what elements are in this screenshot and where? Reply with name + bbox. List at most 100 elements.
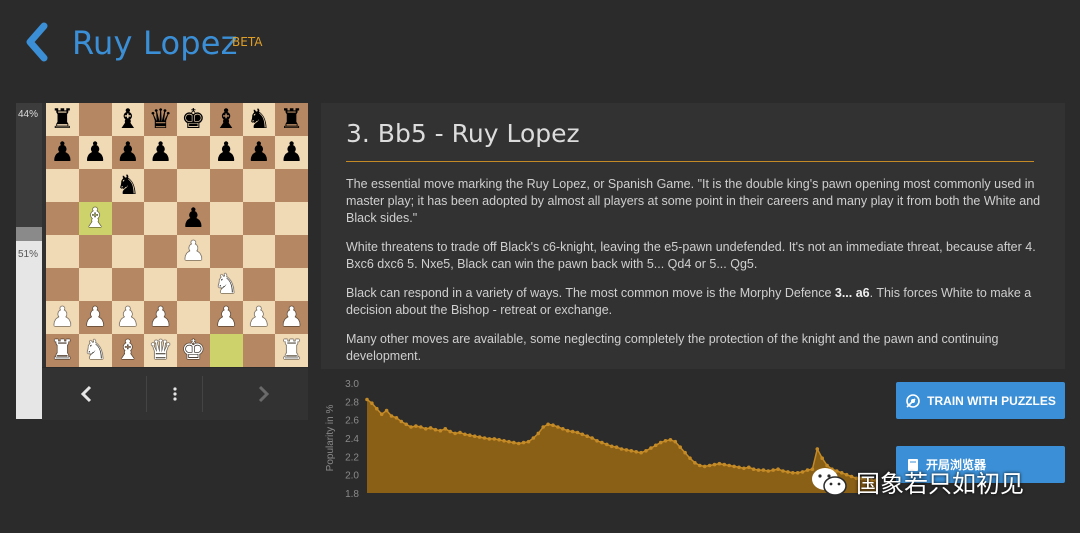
square-b1[interactable]: ♞	[78, 334, 112, 367]
square-d8[interactable]: ♛	[144, 103, 177, 136]
white-knight-piece[interactable]: ♞	[214, 271, 238, 298]
square-b2[interactable]: ♟	[78, 301, 112, 334]
white-pawn-piece[interactable]: ♟	[181, 238, 205, 265]
square-e3[interactable]	[177, 268, 210, 301]
square-g7[interactable]: ♟	[242, 136, 276, 169]
square-d4[interactable]	[144, 235, 177, 268]
black-pawn-piece[interactable]: ♟	[280, 139, 304, 166]
square-c1[interactable]: ♝	[111, 334, 145, 367]
black-pawn-piece[interactable]: ♟	[83, 139, 107, 166]
white-pawn-piece[interactable]: ♟	[116, 304, 140, 331]
white-pawn-piece[interactable]: ♟	[247, 304, 271, 331]
square-a6[interactable]	[46, 169, 79, 202]
white-pawn-piece[interactable]: ♟	[280, 304, 304, 331]
square-c7[interactable]: ♟	[111, 136, 145, 169]
next-move-button[interactable]	[220, 368, 308, 420]
square-g5[interactable]	[242, 202, 276, 235]
square-a3[interactable]	[46, 268, 79, 301]
black-pawn-piece[interactable]: ♟	[247, 139, 271, 166]
square-e4[interactable]: ♟	[177, 235, 210, 268]
black-rook-piece[interactable]: ♜	[50, 106, 74, 133]
square-c3[interactable]	[111, 268, 145, 301]
prev-move-button[interactable]	[42, 368, 130, 420]
square-c8[interactable]: ♝	[111, 103, 145, 136]
square-h2[interactable]: ♟	[275, 301, 308, 334]
square-h8[interactable]: ♜	[275, 103, 308, 136]
square-c5[interactable]	[111, 202, 145, 235]
square-e7[interactable]	[177, 136, 210, 169]
square-h6[interactable]	[275, 169, 308, 202]
black-bishop-piece[interactable]: ♝	[116, 106, 140, 133]
square-e8[interactable]: ♚	[177, 103, 210, 136]
square-b4[interactable]	[78, 235, 112, 268]
square-g2[interactable]: ♟	[242, 301, 276, 334]
square-e5[interactable]: ♟	[177, 202, 210, 235]
white-bishop-piece[interactable]: ♝	[83, 205, 107, 232]
square-h3[interactable]	[275, 268, 308, 301]
square-h4[interactable]	[275, 235, 308, 268]
square-f3[interactable]: ♞	[209, 268, 243, 301]
square-a8[interactable]: ♜	[46, 103, 79, 136]
menu-button[interactable]	[131, 368, 219, 420]
square-b6[interactable]	[78, 169, 112, 202]
square-h1[interactable]: ♜	[275, 334, 308, 367]
square-g3[interactable]	[242, 268, 276, 301]
square-f7[interactable]: ♟	[209, 136, 243, 169]
square-e1[interactable]: ♚	[177, 334, 210, 367]
black-knight-piece[interactable]: ♞	[247, 106, 271, 133]
square-b5[interactable]: ♝	[78, 202, 112, 235]
white-pawn-piece[interactable]: ♟	[83, 304, 107, 331]
square-f2[interactable]: ♟	[209, 301, 243, 334]
square-f8[interactable]: ♝	[209, 103, 243, 136]
square-b3[interactable]	[78, 268, 112, 301]
chessboard[interactable]: ♜ ♝ ♛ ♚ ♝ ♞ ♜ ♟ ♟ ♟ ♟ ♟ ♟ ♟ ♞ ♝ ♟ ♟ ♞ ♟ ♟ ♟ ♟ ♟ ♟ ♟ ♜ ♞ ♝ ♛ ♚ ♜	[46, 103, 308, 367]
black-bishop-piece[interactable]: ♝	[214, 106, 238, 133]
black-rook-piece[interactable]: ♜	[280, 106, 304, 133]
white-pawn-piece[interactable]: ♟	[50, 304, 74, 331]
square-a2[interactable]: ♟	[46, 301, 79, 334]
square-c2[interactable]: ♟	[111, 301, 145, 334]
black-pawn-piece[interactable]: ♟	[214, 139, 238, 166]
square-h7[interactable]: ♟	[275, 136, 308, 169]
square-d6[interactable]	[144, 169, 177, 202]
square-f4[interactable]	[209, 235, 243, 268]
black-queen-piece[interactable]: ♛	[149, 106, 173, 133]
black-pawn-piece[interactable]: ♟	[149, 139, 173, 166]
square-f5[interactable]	[209, 202, 243, 235]
square-a5[interactable]	[46, 202, 79, 235]
move-bold[interactable]: 3... a6	[835, 286, 870, 300]
white-pawn-piece[interactable]: ♟	[149, 304, 173, 331]
white-rook-piece[interactable]: ♜	[50, 337, 74, 364]
square-f1[interactable]	[209, 334, 243, 367]
square-d7[interactable]: ♟	[144, 136, 177, 169]
square-g4[interactable]	[242, 235, 276, 268]
white-rook-piece[interactable]: ♜	[280, 337, 304, 364]
square-b7[interactable]: ♟	[78, 136, 112, 169]
square-a7[interactable]: ♟	[46, 136, 79, 169]
white-queen-piece[interactable]: ♛	[149, 337, 173, 364]
square-f6[interactable]	[209, 169, 243, 202]
square-a1[interactable]: ♜	[46, 334, 79, 367]
black-pawn-piece[interactable]: ♟	[116, 139, 140, 166]
train-with-puzzles-button[interactable]: TRAIN WITH PUZZLES	[896, 382, 1065, 419]
white-pawn-piece[interactable]: ♟	[214, 304, 238, 331]
square-d1[interactable]: ♛	[144, 334, 177, 367]
square-b8[interactable]	[78, 103, 112, 136]
square-g6[interactable]	[242, 169, 276, 202]
black-knight-piece[interactable]: ♞	[116, 172, 140, 199]
square-e6[interactable]	[177, 169, 210, 202]
square-d5[interactable]	[144, 202, 177, 235]
square-g1[interactable]	[242, 334, 276, 367]
square-c6[interactable]: ♞	[111, 169, 145, 202]
black-pawn-piece[interactable]: ♟	[181, 205, 205, 232]
black-king-piece[interactable]: ♚	[181, 106, 205, 133]
white-king-piece[interactable]: ♚	[181, 337, 205, 364]
white-knight-piece[interactable]: ♞	[83, 337, 107, 364]
square-d2[interactable]: ♟	[144, 301, 177, 334]
square-d3[interactable]	[144, 268, 177, 301]
square-h5[interactable]	[275, 202, 308, 235]
square-e2[interactable]	[177, 301, 210, 334]
square-a4[interactable]	[46, 235, 79, 268]
black-pawn-piece[interactable]: ♟	[50, 139, 74, 166]
square-c4[interactable]	[111, 235, 145, 268]
